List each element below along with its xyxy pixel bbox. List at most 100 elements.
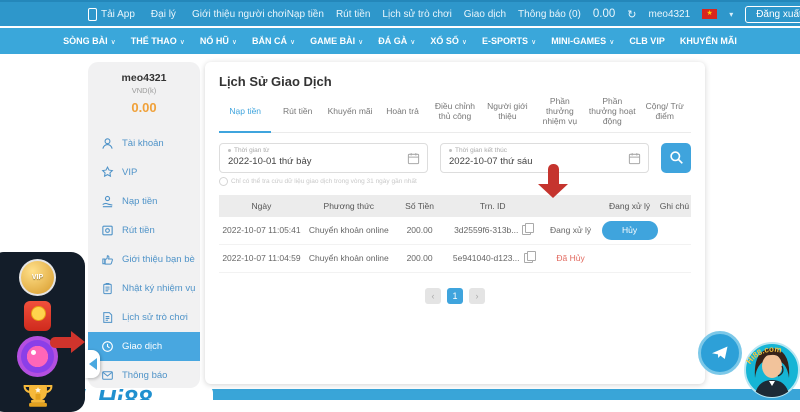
chevron-down-icon (410, 36, 415, 46)
telegram-button[interactable] (698, 331, 742, 375)
nav-item-xo-so[interactable]: XỔ SỐ (430, 36, 467, 46)
page-title: Lịch Sử Giao Dịch (219, 74, 691, 89)
cell-date: 2022-10-07 11:04:59 (219, 253, 304, 263)
download-app-link[interactable]: Tải App (88, 8, 135, 21)
tab-cong-tru-diem[interactable]: Cộng/ Trừ điểm (639, 96, 691, 127)
current-page-button[interactable]: 1 (447, 288, 463, 304)
sidebar-item-tai-khoan[interactable]: Tài khoản (88, 129, 200, 158)
sidebar-balance: 0.00 (88, 100, 200, 115)
transactions-link[interactable]: Giao dịch (464, 9, 506, 20)
chevron-down-icon (290, 36, 295, 46)
sidebar-item-rut-tien[interactable]: Rút tiền (88, 216, 200, 245)
nav-item-clb-vip[interactable]: CLB VIP (629, 36, 665, 46)
calendar-icon[interactable] (628, 152, 641, 165)
cell-action: Hủy (601, 221, 658, 240)
nav-item-the-thao[interactable]: THỂ THAO (131, 36, 185, 46)
username-label[interactable]: meo4321 (648, 9, 690, 20)
tab-nguoi-gioi-thieu[interactable]: Người giới thiệu (481, 96, 533, 127)
game-history-link[interactable]: Lịch sử trò chơi (382, 9, 451, 20)
nav-item-khuyen-mai[interactable]: KHUYẾN MÃI (680, 36, 737, 46)
copy-icon[interactable] (524, 253, 533, 263)
tab-dieu-chinh-thu-cong[interactable]: Điều chỉnh thủ công (429, 96, 481, 127)
red-arrow-annotation-giao-dich (50, 331, 85, 353)
chevron-down-icon (358, 36, 363, 46)
pagination: ‹ 1 › (219, 288, 691, 304)
top-bar: Tải App Đại lý Giới thiệu người chơi Nạp… (0, 0, 800, 26)
red-envelope-icon[interactable] (24, 301, 51, 332)
agent-link[interactable]: Đại lý (151, 9, 176, 20)
cell-amount: 200.00 (394, 253, 446, 263)
table-row: 2022-10-07 11:05:41 Chuyển khoản online … (219, 217, 691, 245)
col-ngay: Ngày (219, 201, 304, 211)
sidebar-item-giao-dich[interactable]: Giao dịch (88, 332, 200, 361)
tab-rut-tien[interactable]: Rút tiền (271, 96, 323, 127)
sidebar-item-lich-su-tro-choi[interactable]: Lịch sử trò chơi (88, 303, 200, 332)
col-phuong-thuc: Phương thức (304, 201, 394, 211)
col-ghi-chu: Ghi chú (658, 201, 691, 211)
cancel-transaction-button[interactable]: Hủy (602, 221, 658, 240)
col-dang-xu-ly: Đang xử lý (601, 201, 658, 211)
trophy-icon[interactable] (21, 382, 55, 412)
cell-method: Chuyển khoản online (304, 225, 394, 235)
cell-date: 2022-10-07 11:05:41 (219, 225, 304, 235)
logout-button[interactable]: Đăng xuất (745, 6, 800, 23)
topbar-right-group: Nạp tiền Rút tiền Lịch sử trò chơi Giao … (287, 6, 800, 23)
tab-hoan-tra[interactable]: Hoàn trả (376, 96, 428, 127)
clipboard-icon (101, 282, 114, 295)
widget-collapse-handle[interactable] (85, 350, 100, 378)
topbar-left-group: Tải App Đại lý Giới thiệu người chơi (88, 8, 287, 21)
query-limit-note: Chỉ có thể tra cứu dữ liệu giao dịch tro… (219, 177, 691, 186)
calendar-icon[interactable] (407, 152, 420, 165)
sidebar-item-gioi-thieu-ban-be[interactable]: Giới thiệu bạn bè (88, 245, 200, 274)
cell-trn-id: 5e941040-d123... (446, 253, 540, 263)
transaction-history-panel: Lịch Sử Giao Dịch Nạp tiền Rút tiền Khuy… (205, 62, 705, 384)
nav-item-ban-ca[interactable]: BẮN CÁ (252, 36, 295, 46)
col-trn-id: Trn. ID (446, 201, 540, 211)
tab-phan-thuong-nhiem-vu[interactable]: Phần thưởng nhiệm vụ (534, 96, 586, 127)
main-nav: SÒNG BÀI THỂ THAO NỔ HŨ BẮN CÁ GAME BÀI … (0, 28, 800, 54)
refresh-icon[interactable] (627, 8, 636, 21)
nav-item-mini-games[interactable]: MINI-GAMES (551, 36, 614, 46)
chevron-down-icon[interactable] (729, 9, 733, 20)
refer-player-link[interactable]: Giới thiệu người chơi (192, 9, 287, 20)
sidebar-item-nhat-ky-nhiem-vu[interactable]: Nhật ký nhiệm vụ (88, 274, 200, 303)
cell-trn-id: 3d2559f6-313b... (446, 225, 540, 235)
search-button[interactable] (661, 143, 691, 173)
copy-icon[interactable] (522, 225, 531, 235)
chevron-down-icon (462, 36, 467, 46)
chevron-left-icon (89, 358, 97, 370)
nav-item-no-hu[interactable]: NỔ HŨ (200, 36, 237, 46)
notifications-link[interactable]: Thông báo (0) (518, 9, 581, 20)
nav-item-song-bai[interactable]: SÒNG BÀI (63, 36, 116, 46)
vip-medal-icon[interactable]: VIP (19, 259, 56, 296)
tab-nap-tien[interactable]: Nạp tiền (219, 96, 271, 127)
transactions-table: Ngày Phương thức Số Tiền Trn. ID Đang xử… (219, 195, 691, 273)
next-page-button[interactable]: › (469, 288, 485, 304)
tab-phan-thuong-hoat-dong[interactable]: Phần thưởng hoạt động (586, 96, 638, 127)
balance-amount: 0.00 (593, 8, 615, 20)
nav-item-da-ga[interactable]: ĐÁ GÀ (378, 36, 415, 46)
deposit-link[interactable]: Nạp tiền (287, 9, 324, 20)
customer-support-avatar[interactable]: Hi88.com (742, 322, 800, 400)
sidebar-item-nap-tien[interactable]: Nạp tiền (88, 187, 200, 216)
phone-icon (88, 8, 97, 21)
withdraw-icon (101, 224, 114, 237)
sidebar-username: meo4321 (88, 72, 200, 84)
nav-item-e-sports[interactable]: E-SPORTS (482, 36, 536, 46)
date-to-label: Thời gian kết thúc (449, 147, 622, 154)
date-from-input[interactable]: Thời gian từ 2022-10-01 thứ bảy (219, 143, 428, 173)
chevron-down-icon (180, 36, 185, 46)
sidebar-item-vip[interactable]: VIP (88, 158, 200, 187)
vietnam-flag-icon[interactable] (702, 9, 717, 19)
red-arrow-annotation-status-column (538, 164, 568, 198)
withdraw-link[interactable]: Rút tiền (336, 9, 370, 20)
thumbs-up-icon (101, 253, 114, 266)
tab-khuyen-mai[interactable]: Khuyến mãi (324, 96, 376, 127)
sidebar-item-thong-bao[interactable]: Thông báo (88, 361, 200, 390)
envelope-icon (101, 369, 114, 382)
sidebar-menu: Tài khoản VIP Nạp tiền Rút tiền Giới thi… (88, 129, 200, 390)
prev-page-button[interactable]: ‹ (425, 288, 441, 304)
user-icon (101, 137, 114, 150)
nav-item-game-bai[interactable]: GAME BÀI (310, 36, 363, 46)
table-header-row: Ngày Phương thức Số Tiền Trn. ID Đang xử… (219, 195, 691, 217)
